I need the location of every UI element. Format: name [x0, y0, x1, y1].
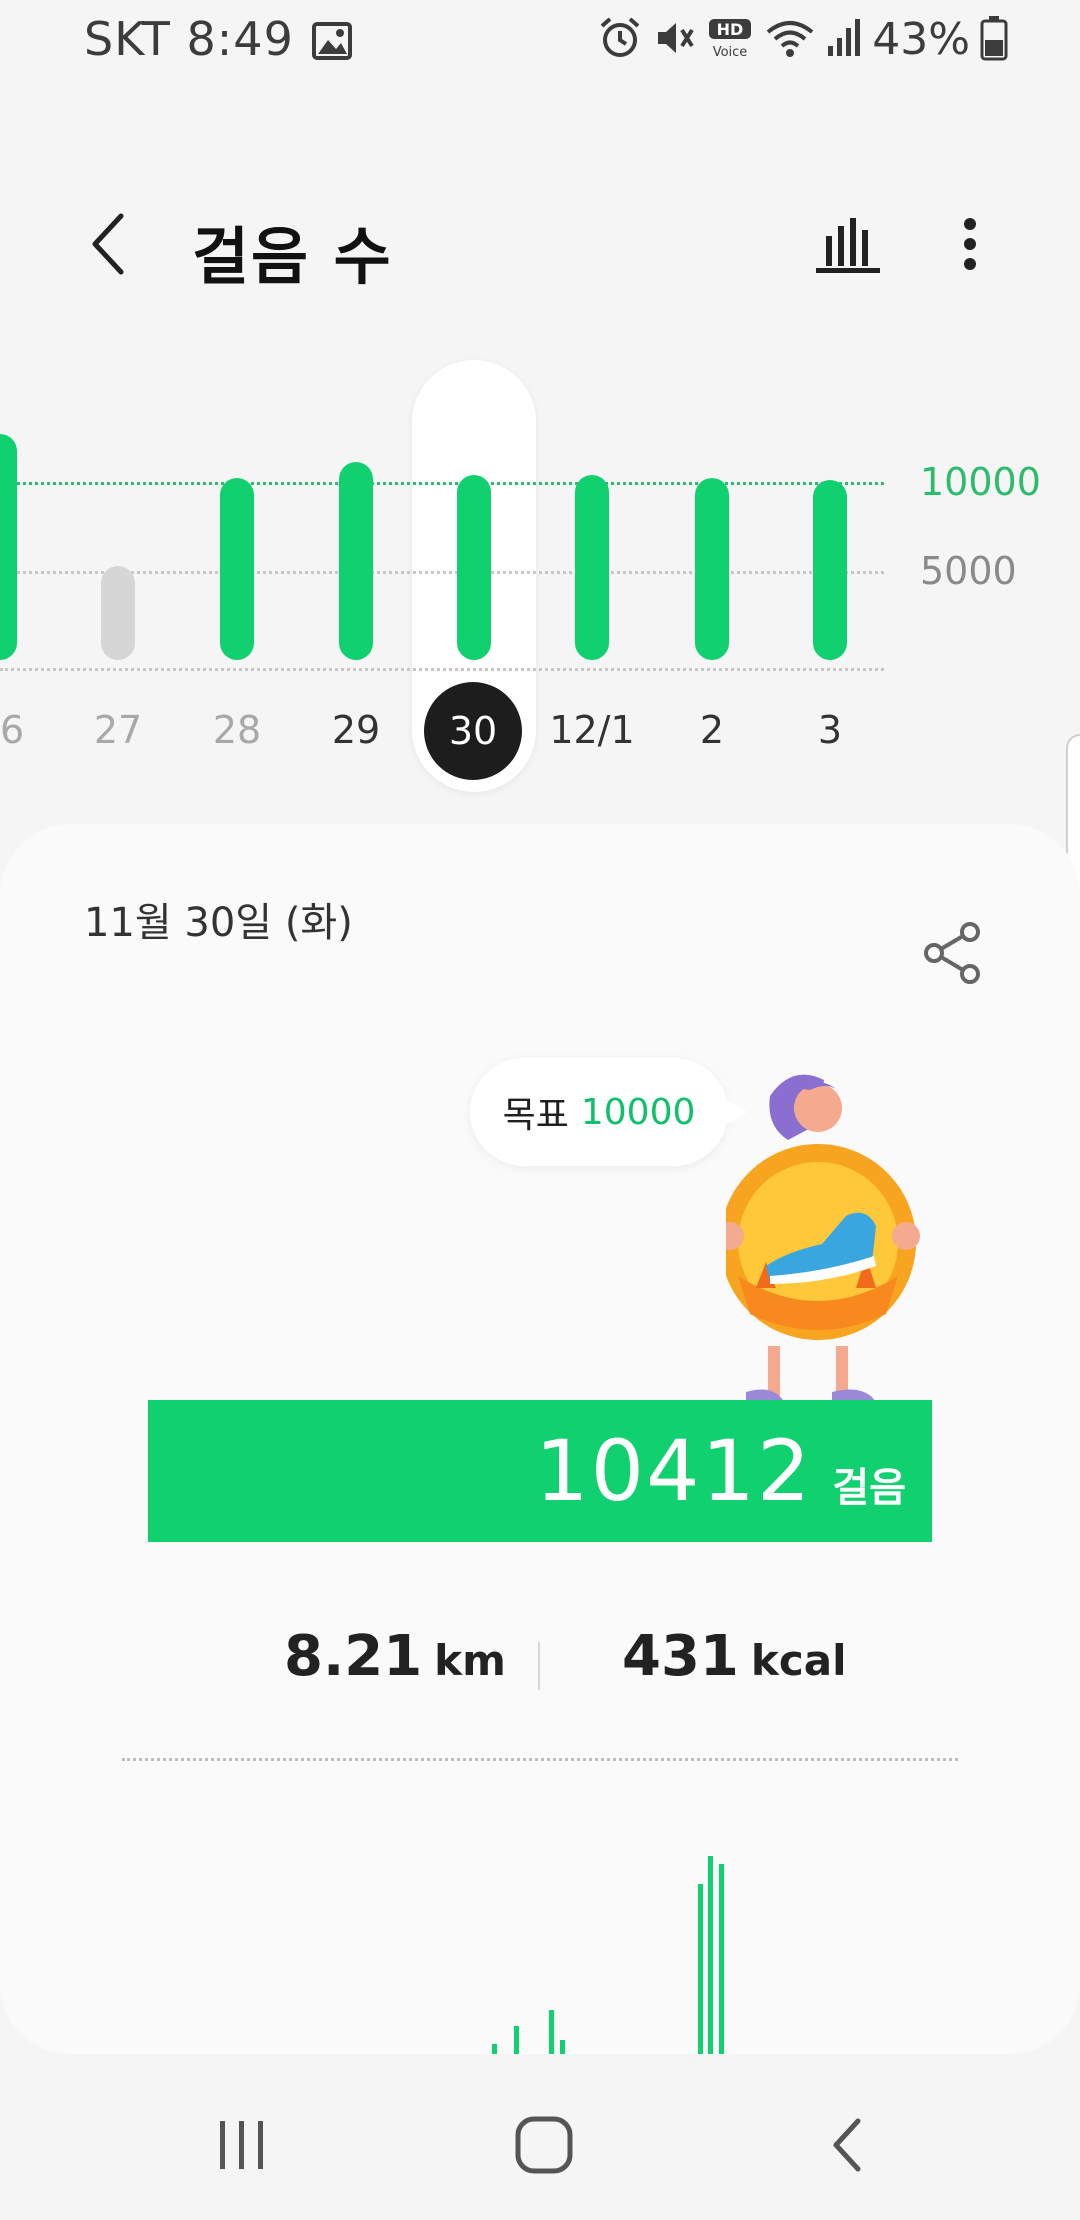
gallery-notification-icon: [312, 22, 352, 64]
distance-value: 8.21: [284, 1624, 423, 1689]
signal-icon: [826, 16, 862, 64]
more-options-button[interactable]: [944, 204, 996, 284]
battery-icon: [980, 15, 1008, 65]
hourly-bar: [560, 2040, 565, 2054]
calories-metric: 431 kcal: [622, 1624, 846, 1689]
selected-day-label[interactable]: 30: [424, 682, 522, 780]
day-bar[interactable]: [575, 474, 609, 660]
system-navigation-bar: [0, 2058, 1080, 2220]
recent-apps-button[interactable]: [202, 2110, 282, 2180]
hourly-bar: [698, 1884, 703, 2054]
svg-text:HD: HD: [717, 20, 744, 39]
day-bar[interactable]: [813, 480, 847, 660]
goal-bubble: 목표 10000: [470, 1058, 748, 1166]
day-label[interactable]: 12/1: [537, 708, 647, 752]
day-label[interactable]: 28: [182, 708, 292, 752]
steps-count: 10412: [535, 1422, 813, 1520]
section-divider: [122, 1758, 958, 1761]
day-bar[interactable]: [695, 478, 729, 660]
bar-chart-icon: [816, 218, 880, 273]
baseline-gridline: [0, 668, 884, 671]
day-bar[interactable]: [457, 474, 491, 660]
calories-value: 431: [622, 1624, 739, 1689]
nav-back-button[interactable]: [806, 2110, 886, 2180]
home-icon: [515, 2116, 573, 2174]
goal-value: 10000: [580, 1091, 696, 1133]
distance-unit: km: [434, 1636, 506, 1685]
hourly-bar: [708, 1856, 713, 2054]
status-carrier-time: SKT 8:49: [84, 12, 294, 66]
status-time: 8:49: [186, 12, 294, 66]
day-bar[interactable]: [220, 478, 254, 660]
weekly-steps-chart[interactable]: 10000 5000 26272829 12/123 30: [0, 360, 1080, 810]
back-button[interactable]: [72, 204, 142, 284]
day-label[interactable]: 3: [775, 708, 885, 752]
metric-divider: [538, 1642, 540, 1690]
mute-icon: [652, 16, 696, 64]
steps-unit: 걸음: [832, 1465, 906, 1511]
day-label[interactable]: 2: [657, 708, 767, 752]
day-label[interactable]: 27: [63, 708, 173, 752]
battery-percent: 43%: [872, 14, 970, 65]
hourly-steps-chart: [0, 1844, 1080, 2054]
y-tick-label: 5000: [920, 549, 1017, 593]
goal-gridline: [0, 482, 884, 485]
steps-progress-bar: 10412 걸음: [148, 1400, 932, 1542]
hd-voice-icon: HD Voice: [706, 16, 754, 64]
distance-metric: 8.21 km: [284, 1624, 506, 1689]
day-detail-card: 11월 30일 (화) 목표 10000 10412 걸음 8.21 km 43…: [0, 824, 1080, 2054]
hourly-bar: [719, 1864, 724, 2054]
hourly-bar: [514, 2026, 519, 2054]
day-bar[interactable]: [0, 433, 17, 660]
recents-icon: [220, 2121, 263, 2169]
share-button[interactable]: [920, 920, 986, 986]
day-bar[interactable]: [339, 462, 373, 660]
day-label[interactable]: 29: [301, 708, 411, 752]
statistics-button[interactable]: [808, 204, 888, 284]
goal-label: 목표: [502, 1095, 569, 1136]
calories-unit: kcal: [750, 1636, 847, 1685]
hourly-bar: [492, 2044, 497, 2054]
y-tick-label: 10000: [920, 460, 1041, 504]
hourly-bar: [549, 2010, 554, 2054]
status-carrier: SKT: [84, 12, 171, 66]
status-bar: SKT 8:49 HD Voice 43%: [0, 0, 1080, 86]
svg-text:Voice: Voice: [713, 45, 748, 60]
distance-calories-row: 8.21 km 431 kcal: [0, 1624, 1080, 1724]
day-bar[interactable]: [101, 565, 135, 660]
day-label[interactable]: 26: [0, 708, 55, 752]
goal-achieved-illustration: [716, 1066, 926, 1426]
home-button[interactable]: [504, 2110, 584, 2180]
selected-date: 11월 30일 (화): [84, 900, 353, 946]
more-vertical-icon: [964, 218, 976, 270]
wifi-icon: [764, 16, 816, 64]
page-title: 걸음 수: [192, 220, 393, 293]
chevron-left-icon: [92, 213, 124, 275]
back-arrow-icon: [833, 2118, 861, 2172]
share-icon: [924, 922, 980, 984]
status-right: HD Voice 43%: [598, 14, 1008, 65]
alarm-icon: [598, 16, 642, 64]
